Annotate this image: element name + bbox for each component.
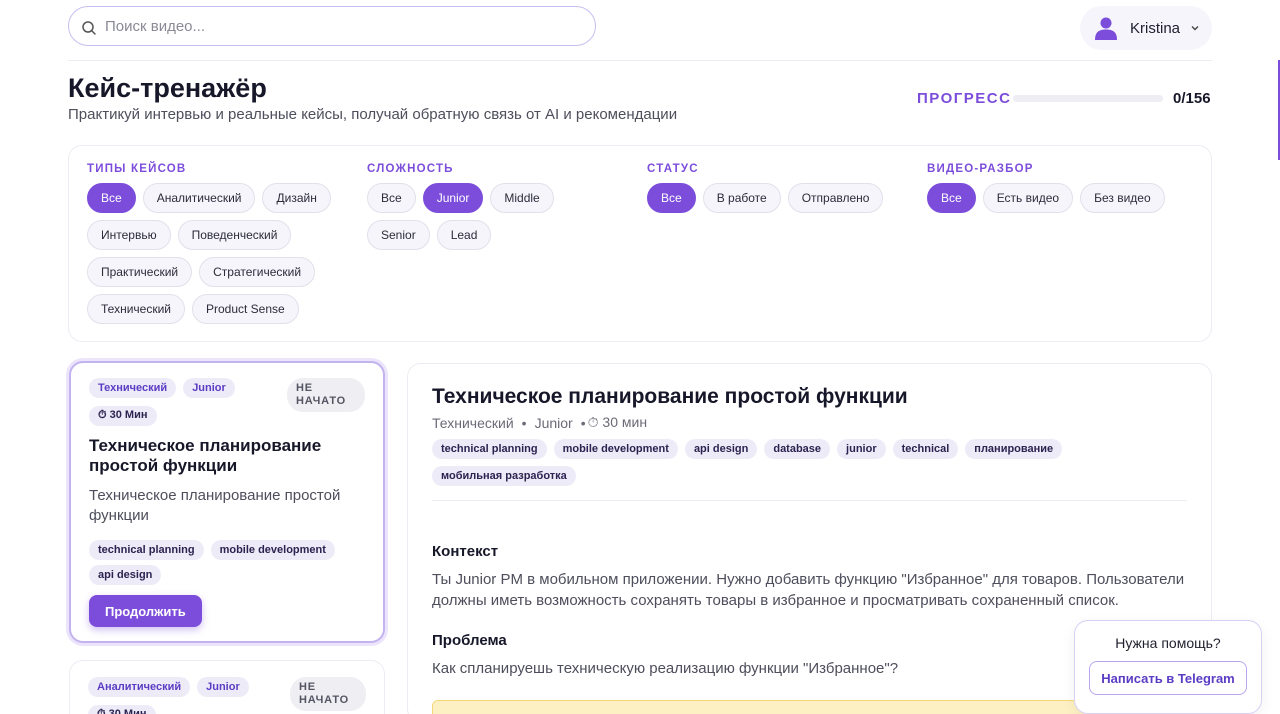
chip-level-middle[interactable]: Middle bbox=[490, 183, 554, 213]
detail-tag: планирование bbox=[965, 439, 1063, 459]
progress-label: ПРОГРЕСС bbox=[917, 90, 1012, 107]
chevron-down-icon bbox=[1191, 26, 1199, 31]
filter-title-types: ТИПЫ КЕЙСОВ bbox=[87, 163, 187, 175]
duration-tag: ⏱ 30 Мин bbox=[88, 704, 156, 714]
help-title: Нужна помощь? bbox=[1115, 635, 1221, 651]
problem-heading: Проблема bbox=[432, 632, 507, 649]
chip-type-interview[interactable]: Интервью bbox=[87, 220, 171, 250]
detail-type: Технический bbox=[432, 414, 514, 431]
user-name: Kristina bbox=[1130, 19, 1181, 37]
case-tag: mobile development bbox=[210, 540, 335, 560]
case-type-tag: Технический bbox=[89, 378, 177, 398]
page-title: Кейс-тренажёр bbox=[68, 73, 267, 103]
filter-group-types: ТИПЫ КЕЙСОВ Все Аналитический Дизайн Инт… bbox=[87, 163, 337, 324]
continue-button[interactable]: Продолжить bbox=[89, 595, 202, 627]
detail-tag: мобильная разработка bbox=[432, 466, 576, 486]
separator-dot: • bbox=[580, 414, 586, 431]
chip-level-all[interactable]: Все bbox=[367, 183, 416, 213]
chip-level-senior[interactable]: Senior bbox=[367, 220, 430, 250]
filter-title-video: ВИДЕО-РАЗБОР bbox=[927, 163, 1034, 175]
help-widget: Нужна помощь? Написать в Telegram bbox=[1074, 620, 1262, 714]
context-text: Ты Junior PM в мобильном приложении. Нуж… bbox=[432, 571, 1185, 609]
chip-type-design[interactable]: Дизайн bbox=[262, 183, 331, 213]
chip-status-submitted[interactable]: Отправлено bbox=[787, 183, 884, 213]
filter-title-difficulty: СЛОЖНОСТЬ bbox=[367, 163, 454, 175]
detail-tag: database bbox=[764, 439, 831, 459]
filter-group-difficulty: СЛОЖНОСТЬ Все Junior Middle Senior Lead bbox=[367, 163, 617, 250]
progress-count: 0/156 bbox=[1173, 90, 1211, 107]
filter-title-status: СТАТУС bbox=[647, 163, 699, 175]
case-level-tag: Junior bbox=[183, 378, 235, 398]
search-icon bbox=[82, 21, 96, 35]
page-subtitle: Практикуй интервью и реальные кейсы, пол… bbox=[68, 106, 678, 123]
detail-meta: Технический • Junior • ⏱ 30 мин bbox=[432, 414, 647, 431]
chip-type-practical[interactable]: Практический bbox=[87, 257, 193, 287]
detail-tags: technical planning mobile development ap… bbox=[432, 439, 1192, 486]
detail-duration: ⏱ 30 мин bbox=[587, 414, 648, 430]
chip-status-all[interactable]: Все bbox=[647, 183, 696, 213]
chip-video-without[interactable]: Без видео bbox=[1080, 183, 1165, 213]
case-tag: api design bbox=[89, 565, 162, 585]
case-title: Техническое планирование простой функции bbox=[89, 436, 322, 475]
case-tag: technical planning bbox=[89, 540, 204, 560]
chip-type-strategic[interactable]: Стратегический bbox=[199, 257, 316, 287]
chip-video-with[interactable]: Есть видео bbox=[982, 183, 1074, 213]
telegram-button[interactable]: Написать в Telegram bbox=[1089, 661, 1247, 695]
chip-type-analytical[interactable]: Аналитический bbox=[142, 183, 256, 213]
chip-level-junior[interactable]: Junior bbox=[422, 183, 484, 213]
filters-panel: ТИПЫ КЕЙСОВ Все Аналитический Дизайн Инт… bbox=[68, 145, 1212, 342]
filter-group-video: ВИДЕО-РАЗБОР Все Есть видео Без видео bbox=[927, 163, 1187, 213]
case-type-tag: Аналитический bbox=[88, 677, 191, 697]
search-box[interactable] bbox=[68, 6, 596, 46]
detail-tag: technical bbox=[892, 439, 959, 459]
case-description: Техническое планирование простой функции bbox=[89, 487, 341, 524]
separator-dot: • bbox=[521, 414, 527, 431]
duration-tag: ⏱ 30 Мин bbox=[89, 405, 157, 426]
detail-tag: technical planning bbox=[432, 439, 547, 459]
detail-level: Junior bbox=[534, 414, 573, 431]
detail-tag: mobile development bbox=[553, 439, 678, 459]
progress-bar bbox=[1013, 95, 1163, 102]
filter-group-status: СТАТУС Все В работе Отправлено bbox=[647, 163, 907, 213]
top-bar: Kristina bbox=[68, 0, 1212, 61]
chip-type-behavioral[interactable]: Поведенческий bbox=[177, 220, 292, 250]
chip-level-lead[interactable]: Lead bbox=[436, 220, 492, 250]
case-card[interactable]: Аналитический Junior НЕ НАЧАТО ⏱ 30 Мин bbox=[69, 660, 385, 714]
chip-type-all[interactable]: Все bbox=[87, 183, 136, 213]
status-badge: НЕ НАЧАТО bbox=[287, 378, 365, 412]
chip-type-product-sense[interactable]: Product Sense bbox=[191, 294, 299, 324]
context-heading: Контекст bbox=[432, 543, 499, 560]
detail-tag: api design bbox=[684, 439, 758, 459]
divider bbox=[432, 500, 1187, 501]
detail-title: Техническое планирование простой функции bbox=[432, 385, 908, 408]
search-input[interactable] bbox=[105, 17, 565, 35]
chip-status-in-progress[interactable]: В работе bbox=[702, 183, 781, 213]
chip-type-technical[interactable]: Технический bbox=[87, 294, 185, 324]
case-level-tag: Junior bbox=[197, 677, 249, 697]
user-avatar-icon bbox=[1095, 17, 1117, 40]
user-menu[interactable]: Kristina bbox=[1080, 6, 1212, 50]
chip-video-all[interactable]: Все bbox=[927, 183, 976, 213]
case-card-selected[interactable]: Технический Junior НЕ НАЧАТО ⏱ 30 Мин Те… bbox=[69, 361, 385, 643]
status-badge: НЕ НАЧАТО bbox=[290, 677, 366, 711]
detail-tag: junior bbox=[837, 439, 886, 459]
